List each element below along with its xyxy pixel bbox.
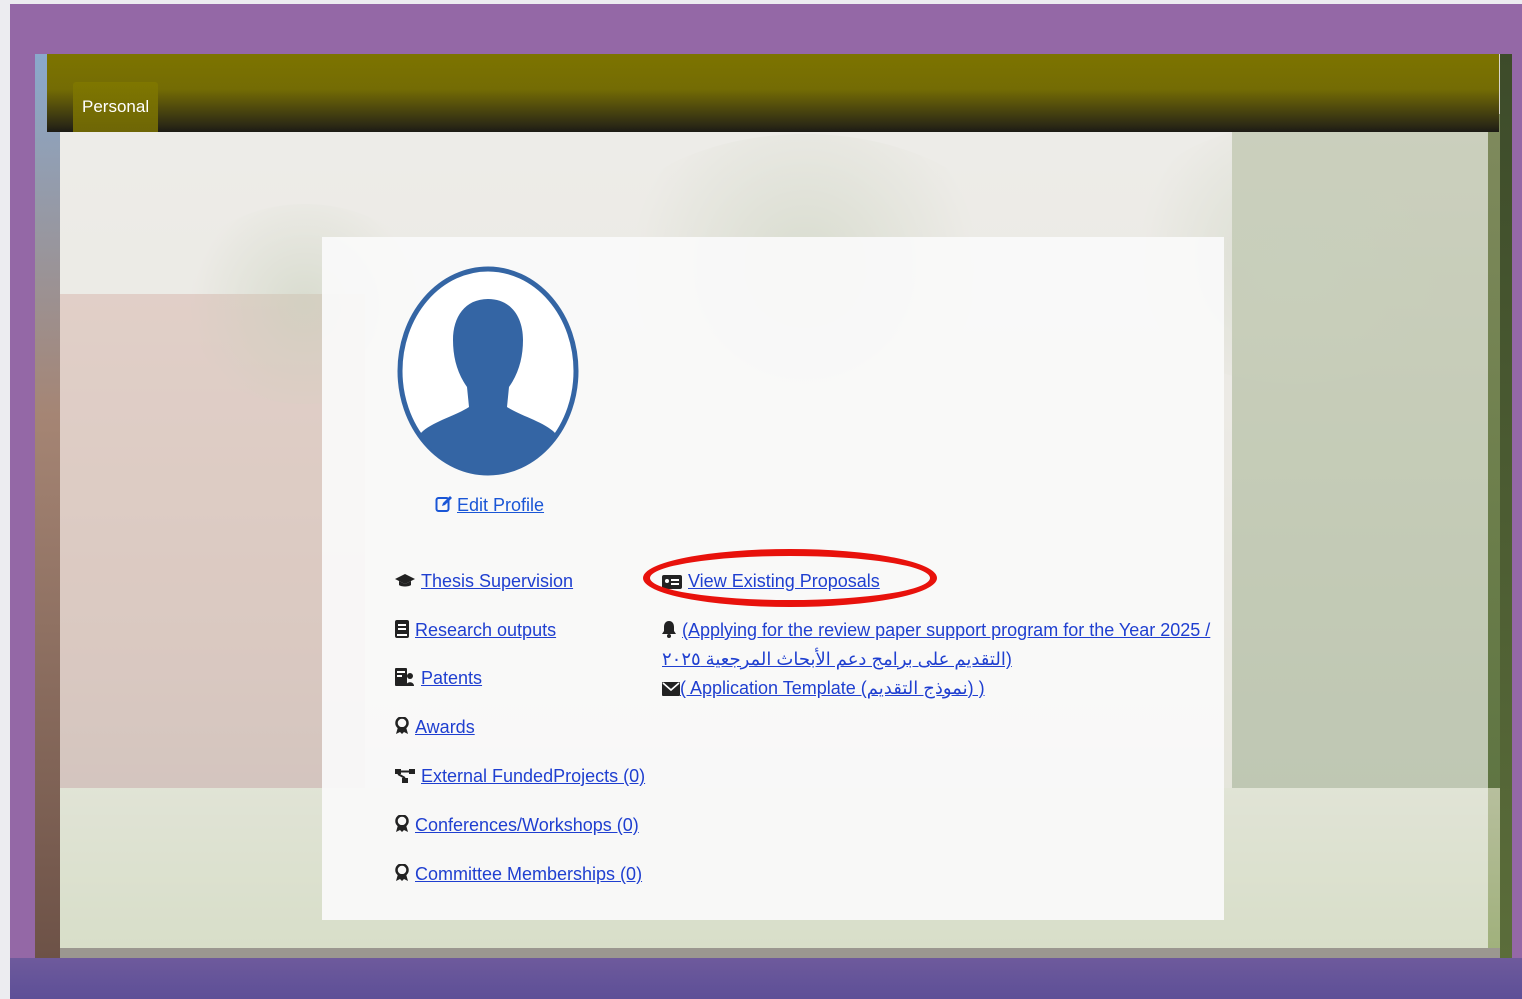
review-paper-support-label-ar[interactable]: (التقديم على برامج دعم الأبحاث المرجعية … — [662, 649, 1012, 670]
avatar — [397, 266, 579, 476]
edit-icon — [435, 496, 452, 512]
bell-icon — [662, 621, 676, 638]
red-highlight-annotation — [643, 549, 937, 607]
external-funded-projects-link[interactable]: External FundedProjects (0) — [395, 766, 645, 787]
review-paper-support-link[interactable]: (Applying for the review paper support p… — [662, 620, 1210, 641]
conferences-workshops-link[interactable]: Conferences/Workshops (0) — [395, 815, 639, 836]
application-template-link[interactable]: ( Application Template (نموذج التقديم) ) — [662, 678, 985, 699]
committee-memberships-label: Committee Memberships (0) — [415, 864, 643, 884]
research-outputs-link[interactable]: Research outputs — [395, 620, 556, 641]
research-outputs-label: Research outputs — [415, 620, 557, 640]
top-navbar: Personal — [47, 54, 1499, 132]
edit-profile-link[interactable]: Edit Profile — [435, 495, 544, 516]
awards-link[interactable]: Awards — [395, 717, 475, 738]
awards-label: Awards — [415, 717, 475, 737]
application-template-label: ( Application Template (نموذج التقديم) ) — [680, 678, 985, 698]
frame-bottom-bar — [10, 958, 1522, 999]
review-paper-support-label-en: (Applying for the review paper support p… — [682, 620, 1211, 640]
project-diagram-icon — [395, 769, 415, 783]
book-icon — [395, 620, 409, 638]
thesis-supervision-label: Thesis Supervision — [421, 571, 574, 591]
edit-profile-label: Edit Profile — [457, 495, 545, 515]
envelope-icon — [662, 682, 680, 696]
committee-memberships-link[interactable]: Committee Memberships (0) — [395, 864, 642, 885]
award-icon — [395, 815, 409, 832]
tab-personal[interactable]: Personal — [73, 82, 159, 132]
patents-link[interactable]: Patents — [395, 668, 482, 689]
graduation-cap-icon — [395, 574, 415, 587]
thesis-supervision-link[interactable]: Thesis Supervision — [395, 571, 573, 592]
patent-icon — [395, 668, 414, 686]
award-icon — [395, 864, 409, 881]
conferences-workshops-label: Conferences/Workshops (0) — [415, 815, 639, 835]
award-icon — [395, 717, 409, 734]
scene-bottom-edge — [60, 948, 1500, 958]
scene-left-edge — [35, 54, 60, 958]
external-funded-projects-label: External FundedProjects (0) — [421, 766, 646, 786]
scene-right-edge — [1500, 54, 1512, 958]
patents-label: Patents — [421, 668, 483, 688]
